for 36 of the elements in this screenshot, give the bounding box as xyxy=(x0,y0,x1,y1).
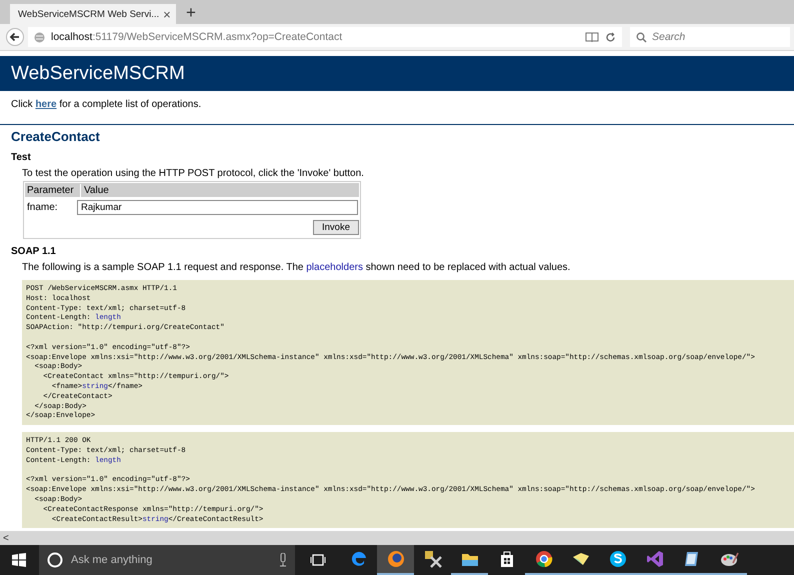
browser-tab[interactable]: WebServiceMSCRM Web Servi... × xyxy=(10,4,176,24)
address-bar[interactable]: localhost:51179/WebServiceMSCRM.asmx?op=CreateContact xyxy=(28,27,622,47)
column-header: Value xyxy=(80,184,112,196)
invoke-button[interactable]: Invoke xyxy=(313,220,359,234)
microphone-icon[interactable] xyxy=(279,553,287,567)
intro-text: Click here for a complete list of operations. xyxy=(11,99,202,110)
instructions-text: To test the operation using the HTTP POST protocol, click the 'Invoke' button. xyxy=(22,168,365,179)
visual-studio-icon xyxy=(644,549,664,569)
here-link[interactable]: here xyxy=(35,99,57,110)
tools-icon xyxy=(422,549,442,569)
parameter-name: fname: xyxy=(26,202,59,212)
skype-icon xyxy=(608,549,628,569)
windows-start-icon[interactable] xyxy=(12,553,26,567)
cortana-circle-icon xyxy=(47,552,63,568)
tab-title: WebServiceMSCRM Web Servi... xyxy=(18,8,160,20)
reader-view-icon[interactable] xyxy=(585,32,599,42)
description-text: The following is a sample SOAP 1.1 request and response. The placeholders shown need to be replaced with actual values. xyxy=(22,262,572,273)
placeholders-link[interactable]: placeholders xyxy=(306,262,363,273)
section-heading: Test xyxy=(11,152,32,163)
new-tab-button[interactable]: + xyxy=(186,4,196,22)
globe-icon xyxy=(34,32,45,42)
cortana-search-field[interactable]: Ask me anything xyxy=(39,545,295,575)
scroll-left-button[interactable]: < xyxy=(0,532,9,544)
page-banner: WebServiceMSCRM xyxy=(0,56,794,91)
reload-icon[interactable] xyxy=(605,32,616,42)
search-icon xyxy=(636,32,647,42)
task-view-icon[interactable] xyxy=(310,554,326,566)
input-field[interactable]: Rajkumar xyxy=(77,200,358,214)
operation-title: CreateContact xyxy=(11,129,101,144)
chrome-browser-icon xyxy=(534,549,554,569)
firefox-browser-icon xyxy=(386,549,406,569)
close-icon[interactable]: × xyxy=(163,6,171,22)
search-field[interactable]: Search xyxy=(630,27,790,47)
column-header: Parameter xyxy=(26,184,75,196)
section-heading: SOAP 1.1 xyxy=(11,246,57,257)
back-icon[interactable] xyxy=(6,28,24,46)
